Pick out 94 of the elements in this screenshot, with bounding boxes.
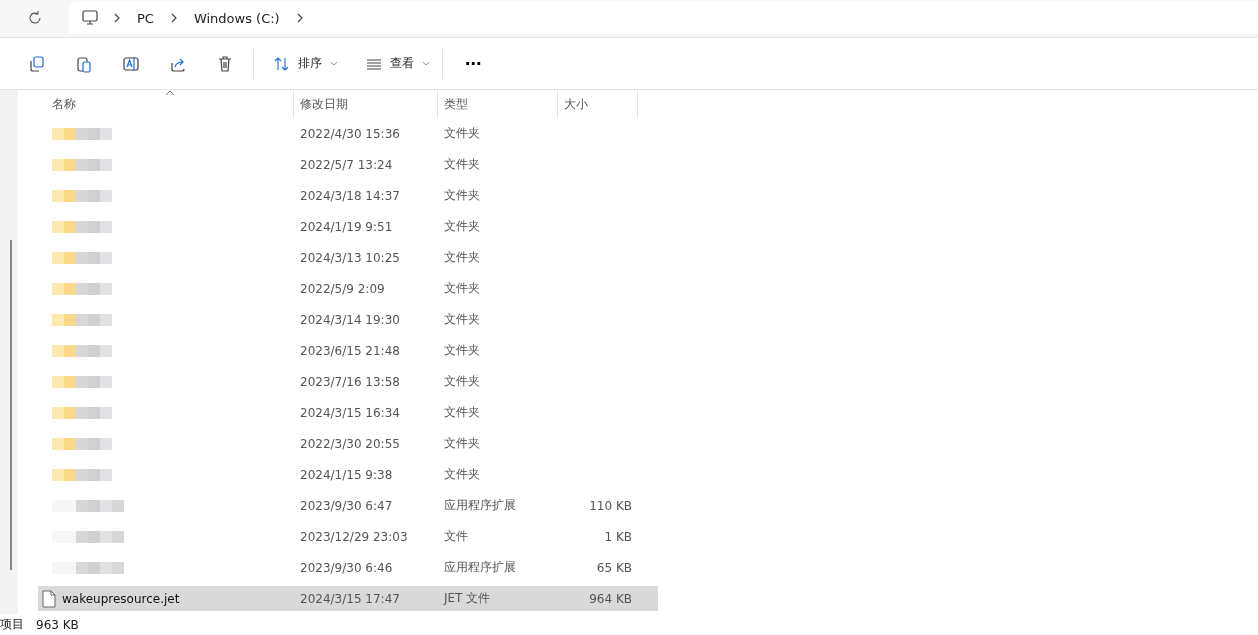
file-row[interactable]: wakeupresource.jet 2024/3/15 17:47 JET 文件 964 KB bbox=[38, 586, 658, 612]
breadcrumb-item[interactable]: PC bbox=[137, 11, 154, 26]
pixelated-folder-name bbox=[52, 220, 112, 233]
sort-button[interactable]: 排序 bbox=[268, 51, 344, 77]
pixelated-file-name bbox=[52, 499, 124, 512]
sort-icon bbox=[274, 55, 290, 72]
date-cell-text: 2022/3/30 20:55 bbox=[299, 436, 401, 451]
file-row[interactable]: 2023/7/16 13:58 文件夹 bbox=[38, 366, 658, 398]
date-cell-text: 2024/1/15 9:38 bbox=[299, 467, 394, 482]
type-cell-text: 文件夹 bbox=[443, 311, 481, 329]
type-cell-text: 文件夹 bbox=[443, 249, 481, 267]
pixelated-folder-name bbox=[52, 189, 112, 202]
pixelated-folder-name bbox=[52, 344, 112, 357]
breadcrumb-item[interactable]: Windows (C:) bbox=[193, 11, 280, 26]
rename-icon[interactable] bbox=[122, 54, 140, 73]
chevron-icon bbox=[113, 13, 121, 24]
date-cell-text: 2023/7/16 13:58 bbox=[299, 374, 401, 389]
pixelated-folder-name bbox=[52, 127, 112, 140]
pixelated-folder-name bbox=[52, 251, 112, 264]
date-cell-text: 2024/3/15 16:34 bbox=[299, 405, 401, 420]
refresh-icon[interactable] bbox=[27, 10, 43, 27]
caret-icon bbox=[422, 60, 430, 67]
file-row[interactable]: 2024/1/19 9:51 文件夹 bbox=[38, 211, 658, 243]
pixelated-file-name bbox=[52, 530, 124, 543]
file-name: wakeupresource.jet bbox=[62, 591, 180, 606]
column-header[interactable]: 类型 bbox=[438, 90, 558, 119]
file-row[interactable]: 2022/5/9 2:09 文件夹 bbox=[38, 273, 658, 305]
date-cell-text: 2022/4/30 15:36 bbox=[299, 126, 401, 141]
more-button[interactable]: ⋯ bbox=[457, 52, 489, 76]
caret-icon bbox=[330, 60, 338, 67]
file-row[interactable]: 2022/5/7 13:24 文件夹 bbox=[38, 149, 658, 181]
date-cell-text: 2023/9/30 6:46 bbox=[299, 560, 394, 575]
file-row[interactable]: 2023/12/29 23:03 文件 1 KB bbox=[38, 521, 658, 553]
date-cell-text: 2024/3/15 17:47 bbox=[299, 591, 401, 606]
chevron-icon[interactable] bbox=[295, 13, 304, 24]
type-cell-text: 应用程序扩展 bbox=[443, 559, 517, 577]
chevron-icon bbox=[169, 13, 178, 24]
address-bar[interactable]: PC Windows (C:) bbox=[69, 2, 1258, 35]
paste-icon[interactable] bbox=[75, 54, 93, 73]
date-cell-text: 2024/3/18 14:37 bbox=[299, 188, 401, 203]
date-cell-text: 2024/1/19 9:51 bbox=[299, 219, 394, 234]
computer-icon bbox=[81, 9, 99, 28]
column-header[interactable]: 名称 bbox=[38, 90, 294, 119]
size-cell-text: 65 KB bbox=[595, 560, 633, 575]
item-count: 项目 bbox=[0, 616, 24, 634]
file-row[interactable]: 2023/9/30 6:47 应用程序扩展 110 KB bbox=[38, 490, 658, 522]
type-cell-text: JET 文件 bbox=[442, 590, 492, 608]
pixelated-folder-name bbox=[52, 468, 112, 481]
type-cell-text: 文件夹 bbox=[443, 466, 481, 484]
date-cell-text: 2023/9/30 6:47 bbox=[299, 498, 394, 513]
selected-size: 963 KB bbox=[36, 617, 79, 632]
size-cell-text: 964 KB bbox=[588, 591, 633, 606]
type-cell-text: 文件夹 bbox=[443, 404, 481, 422]
column-header[interactable]: 大小 bbox=[558, 90, 638, 119]
type-cell-text: 应用程序扩展 bbox=[443, 497, 517, 515]
file-row[interactable]: 2024/1/15 9:38 文件夹 bbox=[38, 459, 658, 491]
pixelated-folder-name bbox=[52, 375, 112, 388]
file-row[interactable]: 2022/3/30 20:55 文件夹 bbox=[38, 428, 658, 460]
type-cell-text: 文件夹 bbox=[443, 373, 481, 391]
view-button[interactable]: 查看 bbox=[360, 51, 436, 77]
file-row[interactable]: 2023/6/15 21:48 文件夹 bbox=[38, 335, 658, 367]
type-cell-text: 文件夹 bbox=[443, 218, 481, 236]
pixelated-folder-name bbox=[52, 437, 112, 450]
file-row[interactable]: 2022/4/30 15:36 文件夹 bbox=[38, 118, 658, 150]
date-cell-text: 2022/5/9 2:09 bbox=[299, 281, 386, 296]
type-cell-text: 文件夹 bbox=[443, 156, 481, 174]
type-cell-text: 文件夹 bbox=[443, 125, 481, 143]
pixelated-file-name bbox=[52, 561, 124, 574]
scrollbar[interactable] bbox=[10, 240, 12, 571]
file-row[interactable]: 2024/3/13 10:25 文件夹 bbox=[38, 242, 658, 274]
type-cell-text: 文件 bbox=[443, 528, 469, 546]
file-row[interactable]: 2024/3/15 16:34 文件夹 bbox=[38, 397, 658, 429]
date-cell-text: 2022/5/7 13:24 bbox=[299, 157, 394, 172]
size-cell-text: 1 KB bbox=[603, 529, 633, 544]
type-cell-text: 文件夹 bbox=[443, 187, 481, 205]
type-cell-text: 文件夹 bbox=[443, 435, 481, 453]
date-cell-text: 2023/6/15 21:48 bbox=[299, 343, 401, 358]
file-row[interactable]: 2024/3/14 19:30 文件夹 bbox=[38, 304, 658, 336]
copy-icon[interactable] bbox=[28, 54, 46, 73]
pixelated-folder-name bbox=[52, 313, 112, 326]
date-cell-text: 2023/12/29 23:03 bbox=[299, 529, 409, 544]
delete-icon[interactable] bbox=[216, 54, 234, 73]
type-cell-text: 文件夹 bbox=[443, 280, 481, 298]
file-icon bbox=[42, 589, 56, 608]
file-row[interactable]: 2024/3/18 14:37 文件夹 bbox=[38, 180, 658, 212]
date-cell-text: 2024/3/13 10:25 bbox=[299, 250, 401, 265]
pixelated-folder-name bbox=[52, 282, 112, 295]
pixelated-folder-name bbox=[52, 406, 112, 419]
size-cell-text: 110 KB bbox=[588, 498, 633, 513]
column-header[interactable]: 修改日期 bbox=[294, 90, 438, 119]
date-cell-text: 2024/3/14 19:30 bbox=[299, 312, 401, 327]
file-row[interactable]: 2023/9/30 6:46 应用程序扩展 65 KB bbox=[38, 552, 658, 584]
pixelated-folder-name bbox=[52, 158, 112, 171]
type-cell-text: 文件夹 bbox=[443, 342, 481, 360]
